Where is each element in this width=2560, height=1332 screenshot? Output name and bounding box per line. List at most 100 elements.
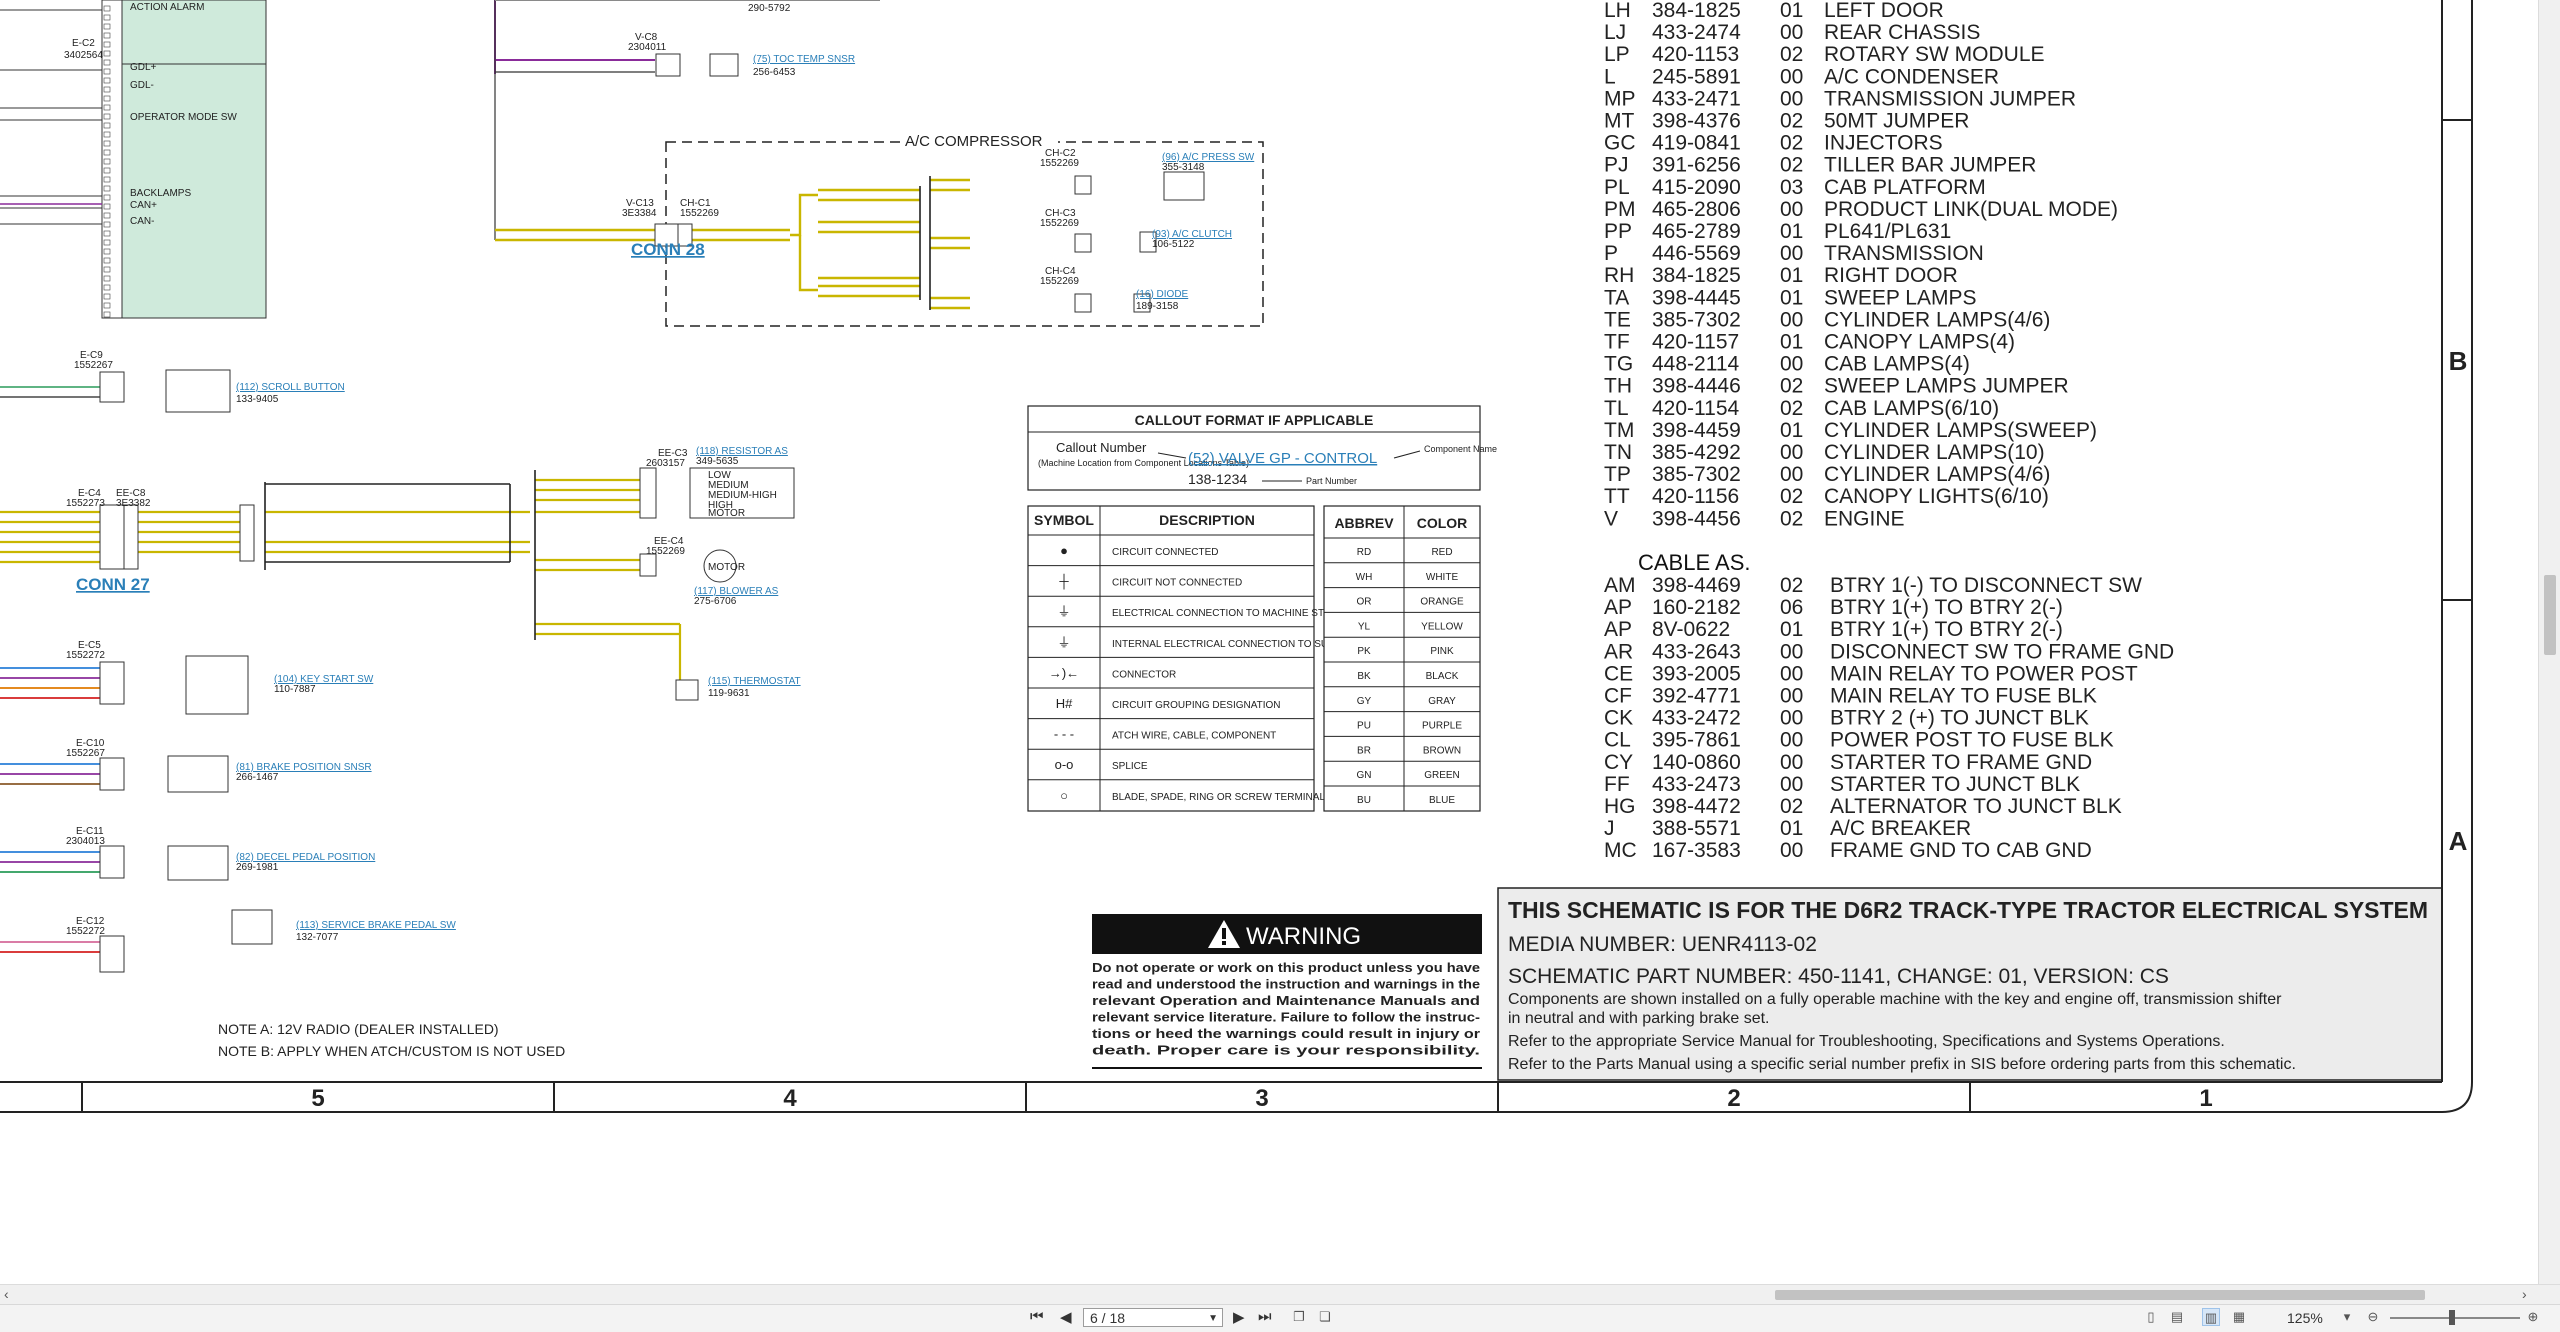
conn-28-label[interactable]: CONN 28 bbox=[631, 240, 705, 259]
color-header: COLOR bbox=[1417, 515, 1468, 531]
harness-part: 398-4376 bbox=[1652, 110, 1741, 133]
zoom-level[interactable]: 125% bbox=[2287, 1310, 2323, 1326]
component-link-diode[interactable]: (16) DIODE bbox=[1136, 289, 1189, 300]
title-note-3: Refer to the appropriate Service Manual … bbox=[1508, 1033, 2225, 1050]
cable-desc: MAIN RELAY TO FUSE BLK bbox=[1830, 685, 2097, 708]
copy-page-icon[interactable]: ❐ bbox=[1290, 1308, 1308, 1326]
harness-code: TG bbox=[1604, 353, 1633, 376]
two-page-continuous-icon[interactable]: ▦ bbox=[2230, 1308, 2248, 1326]
harness-rev: 02 bbox=[1780, 507, 1803, 530]
harness-part: 420-1157 bbox=[1652, 331, 1739, 354]
zone-letter-b: B bbox=[2449, 346, 2468, 376]
cable-part: 433-2473 bbox=[1652, 773, 1741, 796]
last-page-button[interactable]: ⏭ bbox=[1258, 1308, 1272, 1325]
component-link-thermostat[interactable]: (115) THERMOSTAT bbox=[708, 676, 801, 687]
cable-part: 395-7861 bbox=[1652, 729, 1741, 752]
zoom-slider-handle[interactable] bbox=[2449, 1310, 2455, 1325]
color-name: RED bbox=[1431, 547, 1452, 558]
two-page-view-icon[interactable]: ▥ bbox=[2202, 1308, 2220, 1326]
panel-label-gdl-minus: GDL- bbox=[130, 80, 154, 91]
harness-code: TA bbox=[1604, 286, 1629, 309]
warning-label: WARNING bbox=[1246, 923, 1361, 950]
color-abbrev: WH bbox=[1356, 572, 1373, 583]
harness-rev: 00 bbox=[1780, 21, 1803, 44]
harness-rev: 02 bbox=[1780, 485, 1803, 508]
horizontal-scroll-thumb[interactable] bbox=[1775, 1290, 2425, 1300]
color-abbrev: BK bbox=[1357, 671, 1371, 682]
color-abbrev: YL bbox=[1358, 621, 1371, 632]
harness-code: PL bbox=[1604, 176, 1630, 199]
harness-part: 420-1154 bbox=[1652, 397, 1740, 420]
cable-part: 160-2182 bbox=[1652, 596, 1741, 619]
harness-rev: 00 bbox=[1780, 353, 1803, 376]
horizontal-scrollbar[interactable]: ‹ › bbox=[0, 1284, 2560, 1305]
cable-rev: 00 bbox=[1780, 729, 1803, 752]
harness-desc: SWEEP LAMPS bbox=[1824, 286, 1977, 309]
left-module-panel: ACTION ALARM GDL+ GDL- OPERATOR MODE SW … bbox=[0, 0, 267, 319]
harness-code: TH bbox=[1604, 375, 1632, 398]
connector-part: 3E3384 bbox=[622, 208, 657, 219]
warning-text-line: tions or heed the warnings could result … bbox=[1092, 1026, 1480, 1041]
harness-rev: 00 bbox=[1780, 441, 1803, 464]
cable-desc: BTRY 1(+) TO BTRY 2(-) bbox=[1830, 596, 2063, 619]
cable-rev: 00 bbox=[1780, 685, 1803, 708]
component-name-label: Component Name bbox=[1424, 444, 1497, 454]
zoom-in-icon[interactable]: ⊕ bbox=[2524, 1308, 2542, 1326]
vertical-scroll-thumb[interactable] bbox=[2544, 575, 2556, 655]
harness-code: PP bbox=[1604, 220, 1632, 243]
conn-27-label[interactable]: CONN 27 bbox=[76, 575, 150, 594]
panel-label-can-minus: CAN- bbox=[130, 216, 154, 227]
component-part: 269-1981 bbox=[236, 862, 279, 873]
harness-desc: PL641/PL631 bbox=[1824, 220, 1951, 243]
zoom-dropdown-icon[interactable]: ▾ bbox=[2338, 1308, 2356, 1326]
next-page-icon: ▶ bbox=[1233, 1309, 1245, 1326]
cable-part: 392-4771 bbox=[1652, 685, 1741, 708]
chevron-down-icon[interactable]: ▼ bbox=[1208, 1309, 1218, 1328]
harness-rev: 03 bbox=[1780, 176, 1803, 199]
cable-desc: STARTER TO FRAME GND bbox=[1830, 751, 2092, 774]
paste-page-icon[interactable]: ❏ bbox=[1316, 1308, 1334, 1326]
harness-desc: A/C CONDENSER bbox=[1824, 65, 1999, 88]
continuous-view-icon[interactable]: ▤ bbox=[2168, 1308, 2186, 1326]
first-page-button[interactable]: ⏮ bbox=[1030, 1308, 1044, 1325]
harness-part: 420-1156 bbox=[1652, 485, 1739, 508]
cable-part: 433-2472 bbox=[1652, 707, 1741, 730]
component-link-service-brake-pedal-sw[interactable]: (113) SERVICE BRAKE PEDAL SW bbox=[296, 920, 456, 931]
connector-part: 2304013 bbox=[66, 836, 105, 847]
component-link-scroll-button[interactable]: (112) SCROLL BUTTON bbox=[236, 382, 345, 393]
callout-example-link[interactable]: (52) VALVE GP - CONTROL bbox=[1188, 450, 1377, 467]
scroll-right-arrow-icon[interactable]: › bbox=[2522, 1286, 2527, 1302]
legend-description: ATCH WIRE, CABLE, COMPONENT bbox=[1112, 731, 1276, 742]
cable-rev: 00 bbox=[1780, 839, 1803, 862]
column-number-4: 4 bbox=[783, 1085, 797, 1112]
zoom-slider[interactable] bbox=[2390, 1317, 2520, 1319]
harness-part: 419-0841 bbox=[1652, 132, 1741, 155]
callout-part-number: 138-1234 bbox=[1188, 471, 1247, 487]
component-part: 119-9631 bbox=[708, 688, 750, 699]
vertical-scrollbar[interactable] bbox=[2538, 0, 2560, 1284]
page-number-input[interactable]: 6 / 18 ▼ bbox=[1083, 1308, 1223, 1327]
cable-code: AP bbox=[1604, 618, 1632, 641]
harness-desc: TRANSMISSION bbox=[1824, 242, 1984, 265]
previous-page-icon: ◀ bbox=[1060, 1309, 1072, 1326]
harness-part: 385-4292 bbox=[1652, 441, 1741, 464]
single-page-view-icon[interactable]: ▯ bbox=[2142, 1308, 2160, 1326]
connector-part: 3E3382 bbox=[116, 498, 151, 509]
callout-title: CALLOUT FORMAT IF APPLICABLE bbox=[1135, 412, 1374, 428]
color-abbrev-table: ABBREV COLOR RD RED WH WHITE OR ORANGE YL YELLO… bbox=[1323, 505, 1481, 812]
harness-rev: 01 bbox=[1780, 0, 1803, 22]
schematic-sheet: ACTION ALARM GDL+ GDL- OPERATOR MODE SW … bbox=[0, 0, 2473, 1113]
harness-list: LH 384-1825 01 LEFT DOOR LJ 433-2474 00 REAR CH… bbox=[1604, 0, 2118, 530]
color-name: YELLOW bbox=[1421, 621, 1463, 632]
scroll-left-arrow-icon[interactable]: ‹ bbox=[4, 1286, 9, 1302]
connector-part: 1552269 bbox=[1040, 218, 1079, 229]
previous-page-button[interactable]: ◀ bbox=[1060, 1308, 1072, 1326]
next-page-button[interactable]: ▶ bbox=[1233, 1308, 1245, 1326]
warning-block: WARNING Do not operate or work on this p… bbox=[1092, 914, 1482, 1069]
harness-part: 446-5569 bbox=[1652, 242, 1741, 265]
zoom-out-icon[interactable]: ⊖ bbox=[2364, 1308, 2382, 1326]
first-page-icon: ⏮ bbox=[1030, 1308, 1044, 1325]
component-link-toc-temp[interactable]: (75) TOC TEMP SNSR bbox=[753, 54, 855, 65]
cable-code: AR bbox=[1604, 640, 1633, 663]
warning-text-line: death. Proper care is your responsibilit… bbox=[1092, 1043, 1480, 1058]
